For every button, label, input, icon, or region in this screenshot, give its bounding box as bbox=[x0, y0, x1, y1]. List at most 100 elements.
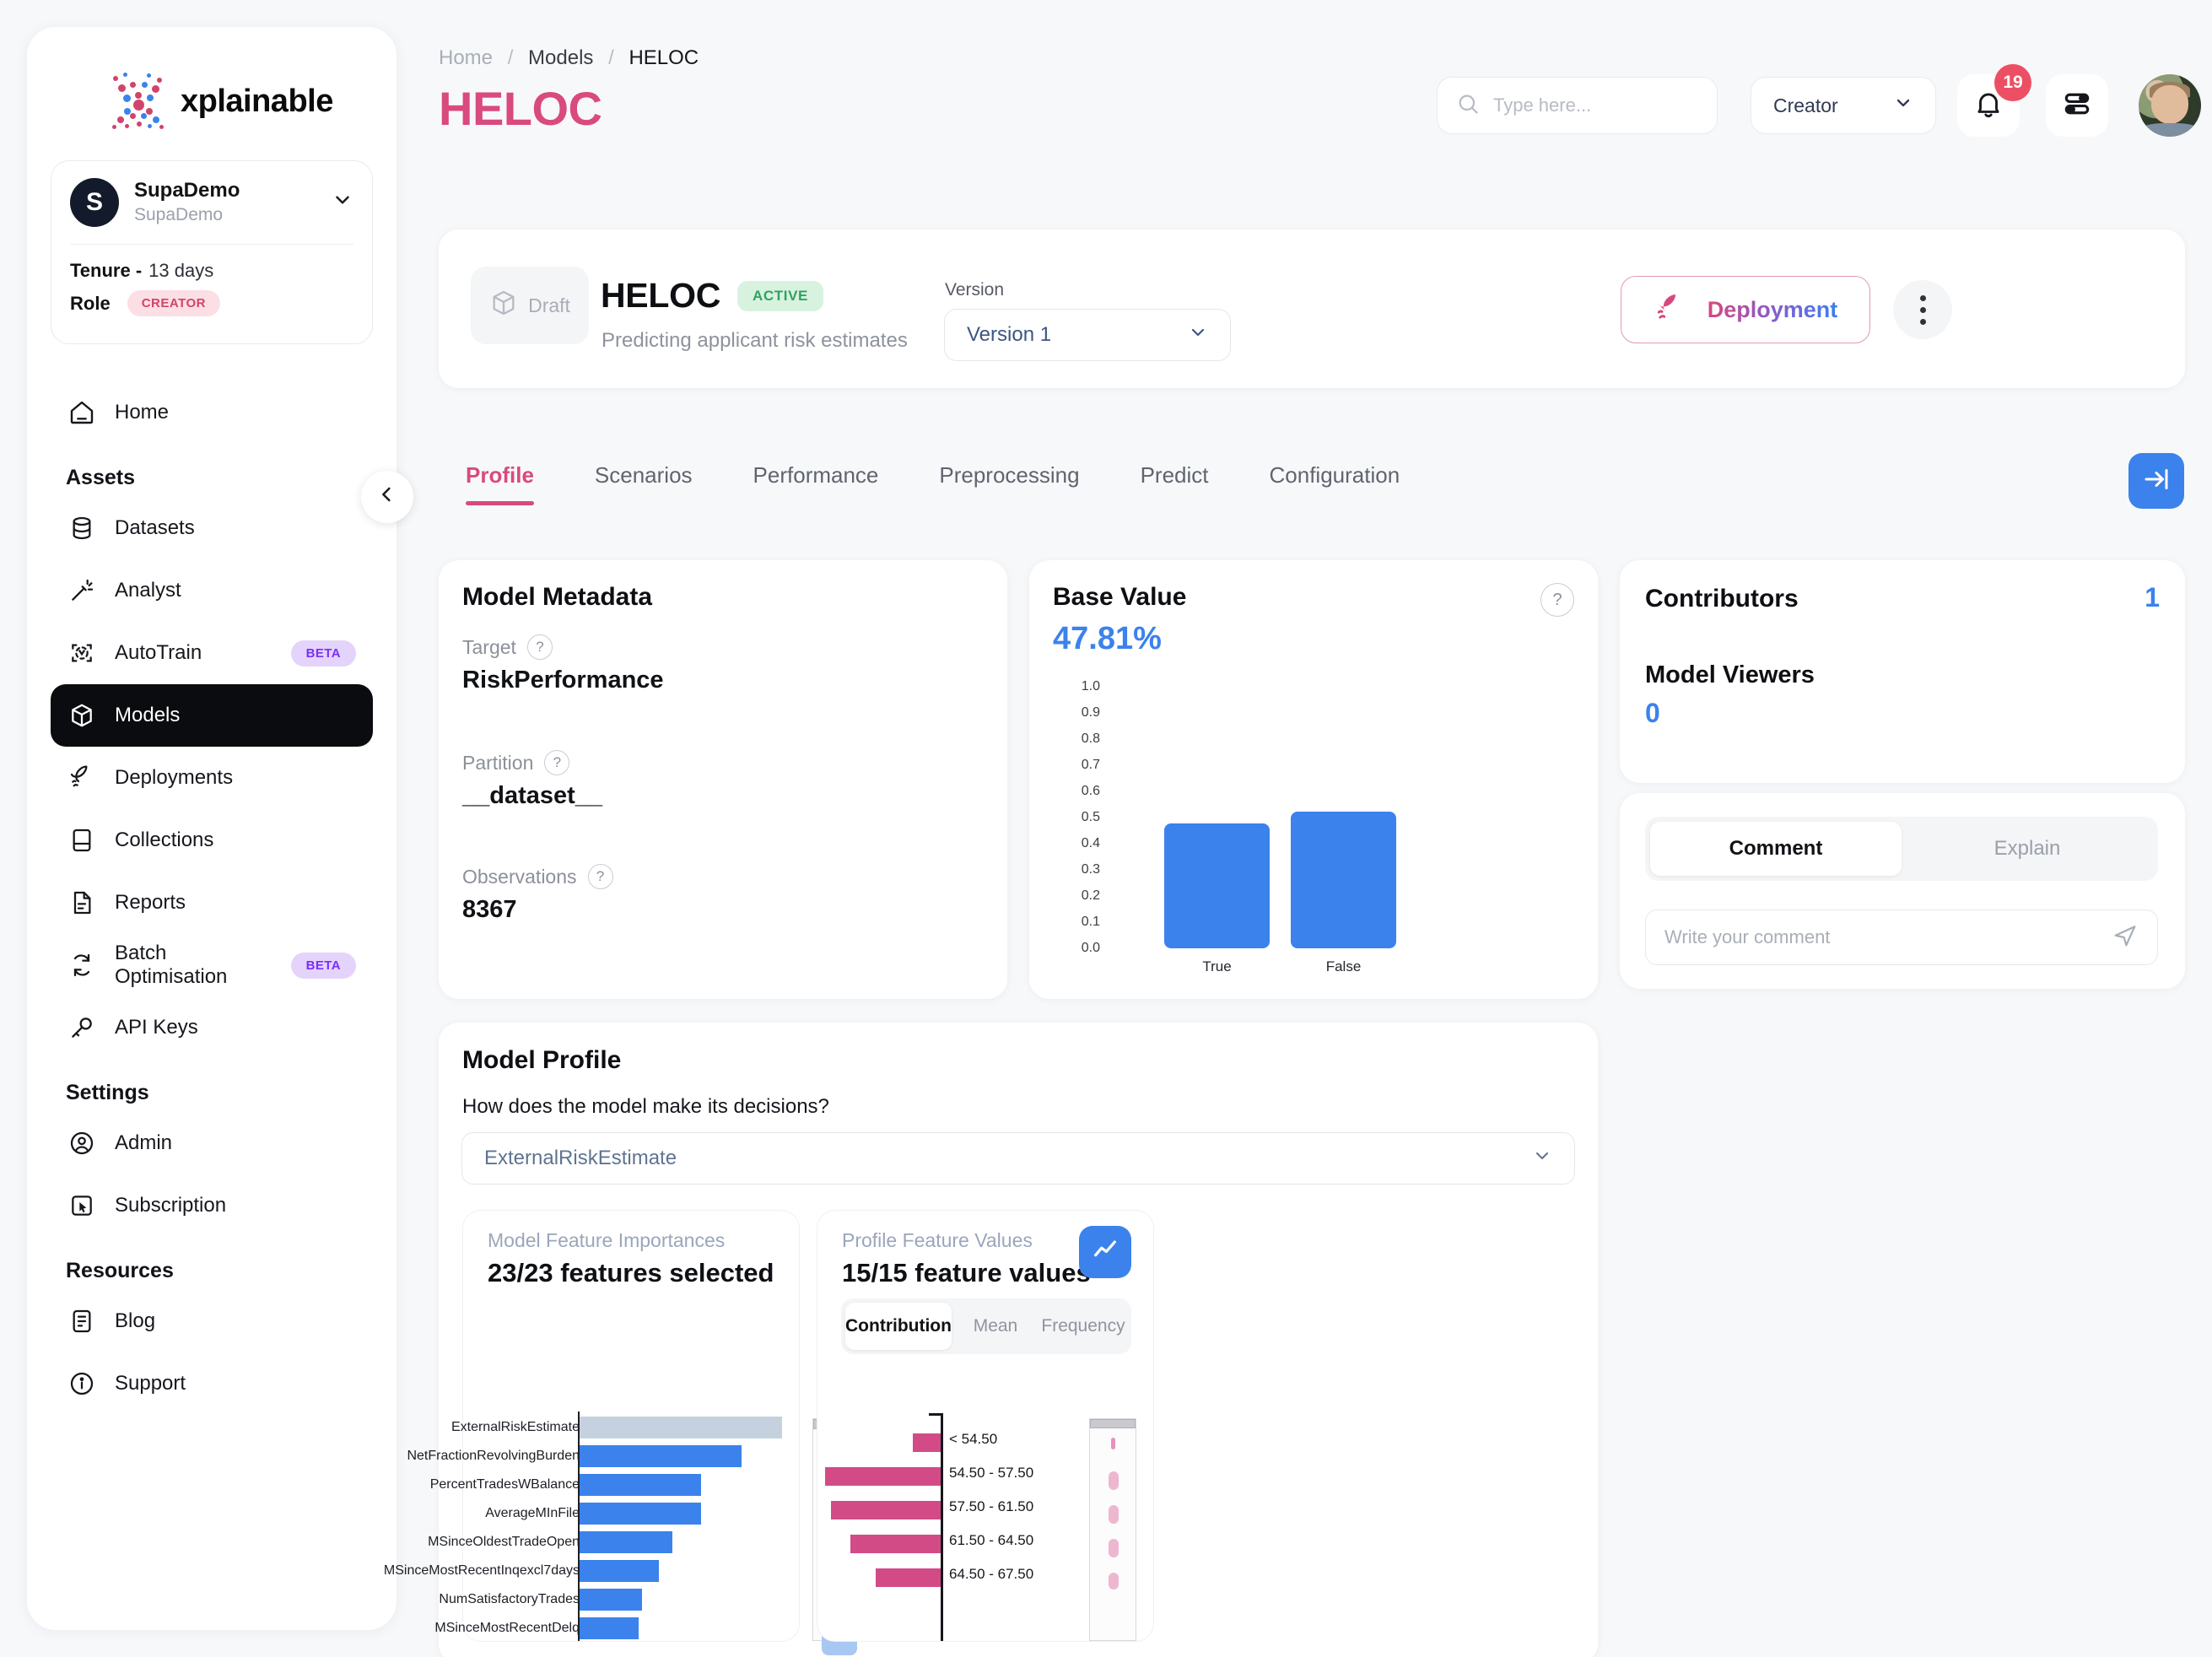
bar[interactable] bbox=[831, 1501, 941, 1519]
sidebar-item-subscription[interactable]: Subscription bbox=[51, 1174, 373, 1237]
search-input[interactable] bbox=[1493, 94, 1698, 116]
bar[interactable] bbox=[1291, 812, 1396, 948]
sidebar-item-reports[interactable]: Reports bbox=[51, 872, 373, 934]
brand-logo[interactable]: xplainable bbox=[27, 27, 397, 160]
sidebar-item-label: Home bbox=[115, 401, 170, 424]
bar[interactable] bbox=[580, 1560, 659, 1582]
sidebar-item-autotrain[interactable]: AutoTrain BETA bbox=[51, 622, 373, 684]
help-icon[interactable]: ? bbox=[587, 864, 613, 889]
chart-type-toggle-button[interactable] bbox=[1079, 1226, 1131, 1278]
bar[interactable] bbox=[876, 1568, 941, 1587]
bar[interactable] bbox=[580, 1474, 701, 1496]
settings-button[interactable] bbox=[2046, 74, 2108, 137]
notifications-button[interactable]: 19 bbox=[1957, 64, 2031, 137]
bar[interactable] bbox=[825, 1467, 941, 1486]
chevron-down-icon bbox=[1188, 322, 1208, 348]
search-icon bbox=[1456, 92, 1480, 120]
brand-name: xplainable bbox=[181, 83, 333, 119]
sidebar-item-api-keys[interactable]: API Keys bbox=[51, 996, 373, 1059]
help-icon[interactable]: ? bbox=[1540, 583, 1574, 617]
card-title: Model Profile bbox=[462, 1046, 622, 1074]
help-icon[interactable]: ? bbox=[544, 750, 570, 775]
panel-subtitle: Profile Feature Values bbox=[842, 1229, 1033, 1251]
bar[interactable] bbox=[580, 1503, 701, 1525]
comment-input-wrapper[interactable] bbox=[1645, 909, 2158, 965]
feature-select[interactable]: ExternalRiskEstimate bbox=[461, 1132, 1575, 1185]
tab-comment[interactable]: Comment bbox=[1650, 822, 1902, 876]
sidebar-item-analyst[interactable]: Analyst bbox=[51, 559, 373, 622]
sidebar-item-label: Subscription bbox=[115, 1194, 227, 1217]
version-select[interactable]: Version 1 bbox=[944, 309, 1231, 361]
chart-row: < 54.50 bbox=[817, 1431, 997, 1452]
category-label: NumSatisfactoryTrades bbox=[439, 1592, 580, 1606]
chart-row: 54.50 - 57.50 bbox=[817, 1465, 1033, 1486]
org-switcher[interactable]: S SupaDemo SupaDemo Tenure - 13 days Rol… bbox=[51, 160, 373, 344]
tab-contribution[interactable]: Contribution bbox=[845, 1303, 952, 1350]
chart-row: AverageMInFile bbox=[355, 1503, 801, 1525]
bar[interactable] bbox=[580, 1617, 639, 1639]
kebab-menu-icon bbox=[1919, 294, 1926, 301]
sidebar-item-deployments[interactable]: Deployments bbox=[51, 747, 373, 809]
chart-row: ExternalRiskEstimate bbox=[355, 1417, 801, 1438]
comment-input[interactable] bbox=[1664, 926, 2112, 948]
bar[interactable] bbox=[850, 1535, 941, 1553]
bar[interactable] bbox=[1164, 823, 1270, 948]
sidebar-collapse-button[interactable] bbox=[361, 471, 413, 523]
help-icon[interactable]: ? bbox=[526, 634, 553, 660]
feature-importances-panel: Model Feature Importances 23/23 features… bbox=[384, 1210, 865, 1655]
expand-panel-button[interactable] bbox=[2128, 453, 2184, 509]
sidebar-item-collections[interactable]: Collections bbox=[51, 809, 373, 872]
tab-predict[interactable]: Predict bbox=[1110, 462, 1239, 505]
tab-performance[interactable]: Performance bbox=[723, 462, 909, 505]
tab-explain[interactable]: Explain bbox=[1902, 822, 2153, 876]
chevron-down-icon[interactable] bbox=[332, 189, 353, 216]
breadcrumb: Home / Models / HELOC bbox=[439, 46, 699, 70]
sidebar-item-models[interactable]: Models bbox=[51, 684, 373, 747]
category-label: PercentTradesWBalance bbox=[429, 1477, 580, 1492]
avatar[interactable] bbox=[2139, 74, 2201, 137]
cube-icon bbox=[67, 701, 96, 730]
y-axis-tick: 0.9 bbox=[1081, 705, 1100, 720]
tab-frequency[interactable]: Frequency bbox=[1039, 1303, 1127, 1350]
values-minimap[interactable] bbox=[1089, 1418, 1136, 1641]
tab-scenarios[interactable]: Scenarios bbox=[564, 462, 723, 505]
sidebar: xplainable S SupaDemo SupaDemo Tenure - … bbox=[27, 27, 397, 1630]
app-root: xplainable S SupaDemo SupaDemo Tenure - … bbox=[0, 0, 2212, 1657]
bar[interactable] bbox=[912, 1433, 941, 1452]
sidebar-section-assets: Assets bbox=[66, 466, 135, 489]
model-name-row: HELOC ACTIVE bbox=[601, 276, 823, 316]
status-badge: ACTIVE bbox=[737, 280, 823, 311]
bar[interactable] bbox=[580, 1589, 643, 1611]
model-more-button[interactable] bbox=[1893, 280, 1952, 339]
sidebar-item-batch-optimisation[interactable]: Batch Optimisation BETA bbox=[51, 934, 373, 996]
sidebar-item-support[interactable]: Support bbox=[51, 1352, 373, 1415]
deployment-button[interactable]: Deployment bbox=[1621, 276, 1870, 343]
role-select[interactable]: Creator bbox=[1751, 77, 1936, 134]
sidebar-item-home[interactable]: Home bbox=[51, 381, 373, 444]
y-axis-tick: 0.3 bbox=[1081, 862, 1100, 877]
org-name: SupaDemo bbox=[134, 179, 240, 202]
tab-preprocessing[interactable]: Preprocessing bbox=[909, 462, 1109, 505]
bar[interactable] bbox=[580, 1445, 742, 1467]
tab-mean[interactable]: Mean bbox=[952, 1303, 1039, 1350]
chart-row: 64.50 - 67.50 bbox=[817, 1566, 1033, 1587]
search-box[interactable] bbox=[1437, 77, 1718, 134]
tab-configuration[interactable]: Configuration bbox=[1239, 462, 1431, 505]
send-icon[interactable] bbox=[2112, 922, 2139, 953]
sidebar-item-admin[interactable]: Admin bbox=[51, 1112, 373, 1174]
chart-row: MSinceMostRecentDelq bbox=[355, 1617, 801, 1639]
bar[interactable] bbox=[580, 1531, 673, 1553]
breadcrumb-home[interactable]: Home bbox=[439, 46, 493, 69]
sidebar-item-label: Support bbox=[115, 1372, 186, 1395]
panel-subtitle: Model Feature Importances bbox=[488, 1229, 726, 1251]
model-profile-card: Model Profile How does the model make it… bbox=[384, 1023, 1598, 1657]
minimap-scrollbar[interactable] bbox=[1090, 1419, 1136, 1428]
field-value: 8367 bbox=[462, 896, 517, 923]
tab-profile[interactable]: Profile bbox=[466, 462, 564, 505]
sidebar-item-datasets[interactable]: Datasets bbox=[51, 497, 373, 559]
breadcrumb-separator: / bbox=[608, 46, 614, 69]
sidebar-item-blog[interactable]: Blog bbox=[51, 1290, 373, 1352]
category-label: 57.50 - 61.50 bbox=[949, 1498, 1034, 1514]
bar[interactable] bbox=[580, 1417, 782, 1438]
breadcrumb-models[interactable]: Models bbox=[528, 46, 593, 69]
